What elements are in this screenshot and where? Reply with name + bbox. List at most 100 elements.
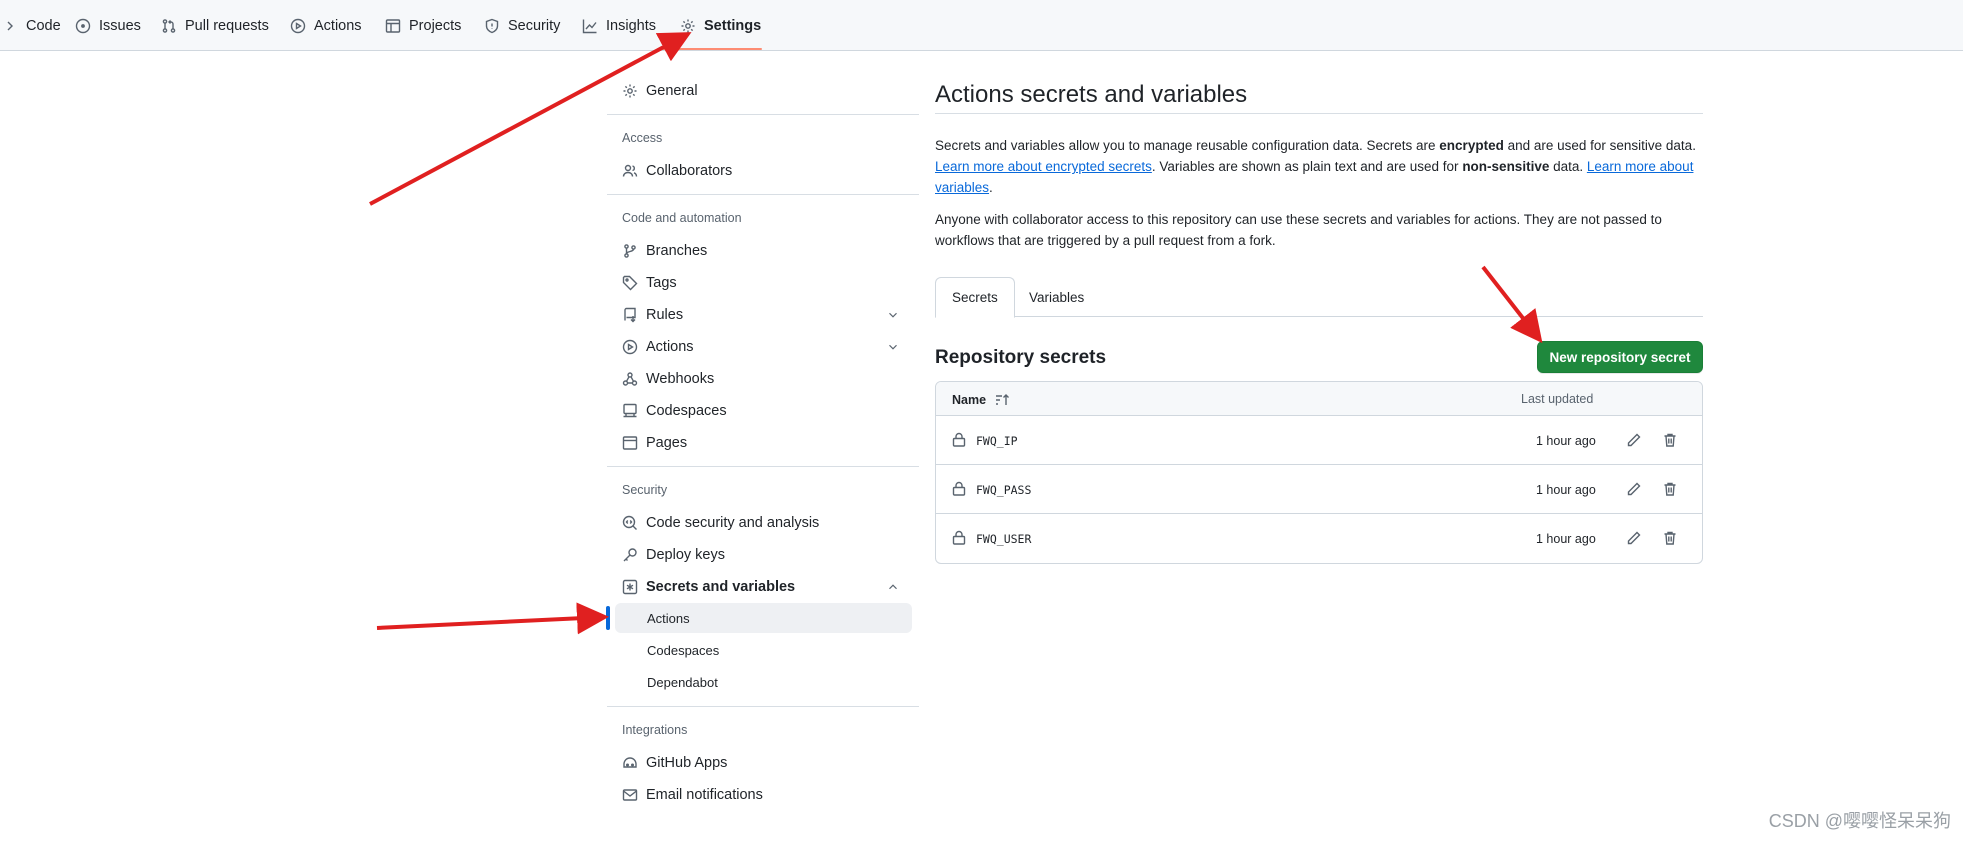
tab-projects-label: Projects bbox=[409, 17, 462, 34]
sidebar-item-secrets-variables[interactable]: Secrets and variables bbox=[607, 572, 912, 602]
desc-text: . bbox=[989, 180, 993, 195]
new-repository-secret-button[interactable]: New repository secret bbox=[1537, 341, 1703, 373]
webhook-icon bbox=[622, 372, 638, 386]
page-title: Actions secrets and variables bbox=[935, 81, 1248, 108]
sidebar-item-label: Codespaces bbox=[646, 403, 727, 419]
sidebar-subitem-codespaces[interactable]: Codespaces bbox=[607, 635, 912, 665]
desc-text: Secrets and variables allow you to manag… bbox=[935, 138, 1440, 153]
sidebar-subitem-dependabot[interactable]: Dependabot bbox=[607, 667, 912, 697]
sidebar-item-codespaces[interactable]: Codespaces bbox=[607, 396, 912, 426]
tab-variables[interactable]: Variables bbox=[1013, 277, 1100, 318]
pencil-icon[interactable] bbox=[1626, 432, 1642, 448]
pull-request-icon bbox=[162, 18, 176, 33]
sidebar-item-github-apps[interactable]: GitHub Apps bbox=[607, 748, 912, 778]
title-divider bbox=[935, 113, 1703, 114]
desc-text: data. bbox=[1549, 159, 1587, 174]
name-column-header[interactable]: Name bbox=[952, 392, 1010, 408]
chevron-right-icon bbox=[7, 21, 13, 30]
people-icon bbox=[622, 164, 638, 177]
sidebar-item-label: Email notifications bbox=[646, 787, 763, 803]
last-updated-column-header: Last updated bbox=[1521, 392, 1594, 406]
sidebar-item-label: GitHub Apps bbox=[646, 755, 728, 771]
sidebar-divider bbox=[607, 194, 919, 195]
trash-icon[interactable] bbox=[1662, 481, 1678, 497]
description-paragraph: Secrets and variables allow you to manag… bbox=[935, 135, 1703, 198]
gear-icon bbox=[681, 19, 695, 32]
sidebar-item-label: Collaborators bbox=[646, 163, 733, 179]
secret-updated: 1 hour ago bbox=[1536, 434, 1596, 448]
tab-actions[interactable]: Actions bbox=[290, 0, 362, 51]
codespaces-icon bbox=[623, 403, 637, 418]
asterisk-icon bbox=[622, 579, 638, 595]
pencil-icon[interactable] bbox=[1626, 530, 1642, 546]
tab-settings-label: Settings bbox=[704, 17, 762, 34]
trash-icon[interactable] bbox=[1662, 530, 1678, 546]
secret-updated: 1 hour ago bbox=[1536, 532, 1596, 546]
tab-settings[interactable]: Settings bbox=[680, 0, 761, 51]
chevron-up-icon bbox=[889, 584, 897, 590]
issue-icon bbox=[75, 18, 91, 33]
repo-nav: Code Issues Pull requests Actions Projec… bbox=[0, 0, 1963, 51]
sidebar-item-rules[interactable]: Rules bbox=[607, 300, 912, 330]
sidebar-item-label: Deploy keys bbox=[646, 547, 725, 563]
shield-icon bbox=[485, 18, 499, 33]
chevron-down-icon bbox=[889, 312, 897, 318]
sidebar-item-label: Tags bbox=[646, 275, 677, 291]
section-heading-integrations: Integrations bbox=[622, 723, 688, 737]
sidebar-item-actions[interactable]: Actions bbox=[607, 332, 912, 362]
sidebar-item-branches[interactable]: Branches bbox=[607, 236, 912, 266]
name-column-label: Name bbox=[952, 393, 987, 407]
sidebar-item-webhooks[interactable]: Webhooks bbox=[607, 364, 912, 394]
secret-name: FWQ_USER bbox=[976, 532, 1032, 546]
branch-icon bbox=[624, 244, 636, 258]
gear-icon bbox=[623, 84, 637, 98]
trash-icon[interactable] bbox=[1662, 432, 1678, 448]
active-indicator bbox=[606, 606, 610, 630]
sidebar-divider bbox=[607, 706, 919, 707]
codescan-icon bbox=[622, 515, 637, 530]
tab-issues-label: Issues bbox=[99, 17, 141, 34]
tab-issues[interactable]: Issues bbox=[75, 0, 141, 51]
secret-name: FWQ_IP bbox=[976, 434, 1018, 448]
key-icon bbox=[623, 548, 637, 562]
sidebar-item-code-security[interactable]: Code security and analysis bbox=[607, 508, 912, 538]
sidebar-item-label: Dependabot bbox=[647, 674, 718, 690]
sidebar-item-label: Actions bbox=[646, 339, 694, 355]
sidebar-divider bbox=[607, 114, 919, 115]
learn-more-secrets-link[interactable]: Learn more about encrypted secrets bbox=[935, 159, 1152, 174]
tab-code-label: Code bbox=[26, 17, 61, 34]
play-icon bbox=[622, 339, 638, 355]
graph-icon bbox=[582, 19, 597, 33]
sidebar-item-pages[interactable]: Pages bbox=[607, 428, 912, 458]
sort-icon bbox=[996, 394, 1010, 405]
sidebar-subitem-actions[interactable]: Actions bbox=[615, 603, 912, 633]
sidebar-divider bbox=[607, 466, 919, 467]
table-icon bbox=[385, 18, 401, 33]
sidebar-item-general[interactable]: General bbox=[607, 76, 912, 106]
sidebar-item-label: Secrets and variables bbox=[646, 579, 796, 595]
table-header: Name Last updated bbox=[936, 382, 1702, 416]
mail-icon bbox=[622, 789, 638, 801]
tab-code[interactable]: Code bbox=[2, 0, 61, 51]
selected-tab-underline bbox=[662, 48, 762, 50]
arrow-to-actions-subitem bbox=[376, 602, 609, 635]
repository-secrets-heading: Repository secrets bbox=[935, 347, 1107, 368]
tab-projects[interactable]: Projects bbox=[385, 0, 461, 51]
sidebar-item-collaborators[interactable]: Collaborators bbox=[607, 156, 912, 186]
table-row: FWQ_PASS 1 hour ago bbox=[936, 465, 1702, 514]
sidebar-item-tags[interactable]: Tags bbox=[607, 268, 912, 298]
section-heading-code-automation: Code and automation bbox=[622, 211, 742, 225]
tab-insights[interactable]: Insights bbox=[582, 0, 656, 51]
tab-pull-requests[interactable]: Pull requests bbox=[161, 0, 269, 51]
sidebar-item-label: Pages bbox=[646, 435, 688, 451]
desc-bold: encrypted bbox=[1439, 138, 1504, 153]
lock-icon bbox=[952, 530, 966, 545]
pencil-icon[interactable] bbox=[1626, 481, 1642, 497]
section-heading-access: Access bbox=[622, 131, 663, 145]
apps-icon bbox=[623, 757, 637, 768]
tab-secrets[interactable]: Secrets bbox=[935, 277, 1015, 318]
tab-security[interactable]: Security bbox=[484, 0, 560, 51]
tab-pull-requests-label: Pull requests bbox=[185, 17, 269, 34]
sidebar-item-deploy-keys[interactable]: Deploy keys bbox=[607, 540, 912, 570]
sidebar-item-email-notifications[interactable]: Email notifications bbox=[607, 780, 912, 810]
